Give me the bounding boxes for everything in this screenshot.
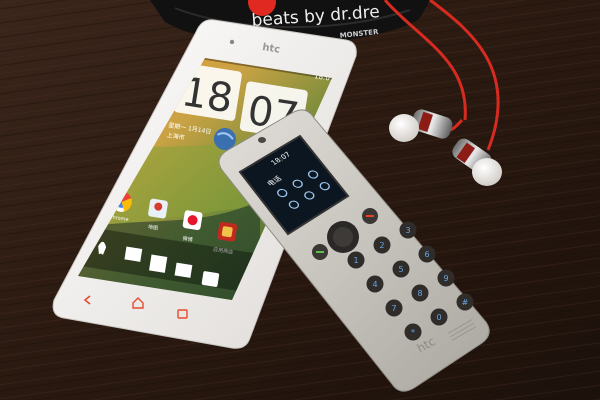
key-digit: # (462, 298, 469, 307)
apps-grid-icon[interactable] (149, 254, 168, 273)
messages-icon[interactable] (174, 262, 193, 278)
camera-icon[interactable] (201, 271, 220, 287)
key-digit: 5 (398, 265, 403, 274)
key-digit: 6 (424, 250, 429, 259)
key-9[interactable]: 9 (437, 269, 455, 287)
mail-icon[interactable] (124, 246, 143, 262)
key-2[interactable]: 2 (373, 236, 391, 254)
key-3[interactable]: 3 (399, 221, 417, 239)
earpiece (258, 137, 266, 143)
key-digit: 0 (436, 313, 441, 322)
photo-scene: beats by dr.dre MONSTER htc 18:07 18 07 … (0, 0, 600, 400)
key-1[interactable]: 1 (347, 251, 365, 269)
key-7[interactable]: 7 (385, 299, 403, 317)
key-digit: 1 (353, 256, 358, 265)
key-digit: * (411, 328, 415, 337)
key-4[interactable]: 4 (366, 275, 384, 293)
scene-svg: beats by dr.dre MONSTER htc 18:07 18 07 … (0, 0, 600, 400)
key-digit: 2 (379, 241, 384, 250)
key-5[interactable]: 5 (392, 260, 410, 278)
key-0[interactable]: 0 (430, 308, 448, 326)
key-digit: 9 (443, 274, 448, 283)
key-hash[interactable]: # (456, 293, 474, 311)
nav-center-button[interactable] (333, 227, 353, 247)
key-star[interactable]: * (404, 323, 422, 341)
key-digit: 8 (417, 289, 422, 298)
key-digit: 4 (372, 280, 377, 289)
key-digit: 7 (391, 304, 396, 313)
key-6[interactable]: 6 (418, 245, 436, 263)
key-8[interactable]: 8 (411, 284, 429, 302)
key-digit: 3 (405, 226, 410, 235)
front-camera (229, 39, 235, 45)
